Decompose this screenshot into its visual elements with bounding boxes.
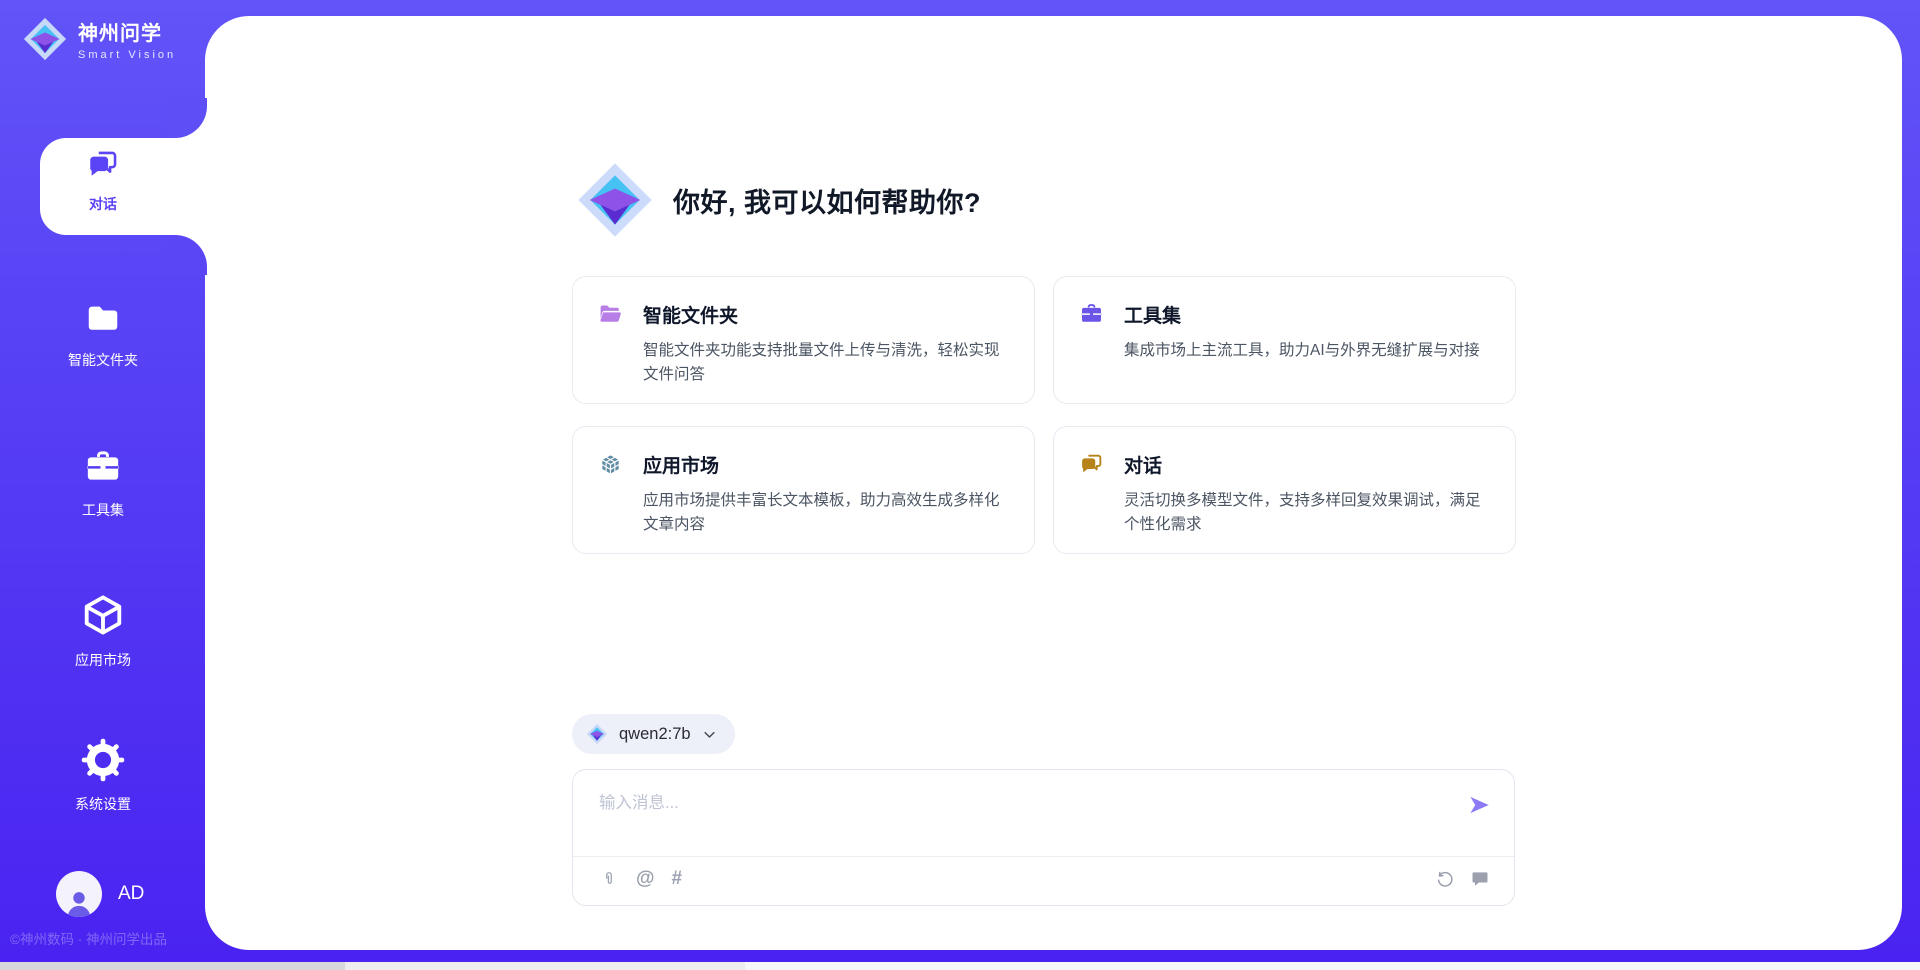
card-title: 对话	[1124, 451, 1162, 478]
chat-bubbles-icon	[86, 148, 120, 182]
brand-name: 神州问学	[78, 17, 176, 46]
chat-square-icon[interactable]	[1470, 869, 1490, 889]
app-brand: 神州问学 Smart Vision	[22, 16, 176, 62]
card-toolset[interactable]: 工具集 集成市场上主流工具，助力AI与外界无缝扩展与对接	[1053, 276, 1516, 404]
avatar	[56, 871, 102, 917]
sidebar-item-label: 工具集	[82, 500, 124, 520]
card-description: 集成市场上主流工具，助力AI与外界无缝扩展与对接	[1079, 339, 1493, 363]
brand-subtitle: Smart Vision	[78, 49, 176, 61]
person-icon	[62, 887, 96, 917]
card-title: 工具集	[1124, 301, 1181, 328]
model-selector[interactable]: qwen2:7b	[572, 714, 735, 754]
sidebar-item-label: 对话	[89, 194, 117, 214]
greeting: 你好, 我可以如何帮助你?	[575, 160, 981, 240]
card-description: 智能文件夹功能支持批量文件上传与清洗，轻松实现文件问答	[598, 339, 1012, 387]
card-chat[interactable]: 对话 灵活切换多模型文件，支持多样回复效果调试，满足个性化需求	[1053, 426, 1516, 554]
folder-open-icon	[598, 302, 623, 327]
briefcase-icon	[1079, 302, 1104, 327]
scrollbar-thumb[interactable]	[0, 962, 345, 970]
sidebar-item-toolset[interactable]: 工具集	[0, 448, 206, 520]
tab-corner-top	[166, 98, 207, 138]
history-icon[interactable]	[1435, 869, 1455, 889]
user-initials: AD	[118, 883, 144, 905]
card-app-market[interactable]: 应用市场 应用市场提供丰富长文本模板，助力高效生成多样化文章内容	[572, 426, 1035, 554]
chat-bubbles-icon	[1079, 452, 1104, 477]
sidebar-item-label: 系统设置	[75, 794, 131, 814]
scrollbar-track-segment	[345, 962, 745, 970]
card-description: 灵活切换多模型文件，支持多样回复效果调试，满足个性化需求	[1079, 489, 1493, 537]
send-button[interactable]	[1466, 792, 1492, 818]
sidebar-item-chat[interactable]: 对话	[0, 148, 206, 214]
model-name: qwen2:7b	[619, 725, 691, 744]
briefcase-icon	[82, 448, 124, 488]
message-input[interactable]	[599, 786, 1439, 820]
card-smart-folder[interactable]: 智能文件夹 智能文件夹功能支持批量文件上传与清洗，轻松实现文件问答	[572, 276, 1035, 404]
card-title: 应用市场	[643, 451, 719, 478]
at-sign-icon[interactable]: @	[636, 869, 655, 889]
sidebar-item-label: 智能文件夹	[68, 350, 138, 370]
sidebar-item-app-market[interactable]: 应用市场	[0, 592, 206, 670]
brand-diamond-icon	[575, 160, 655, 240]
cube-grid-icon	[598, 452, 623, 477]
sidebar-item-settings[interactable]: 系统设置	[0, 738, 206, 814]
composer-divider	[573, 856, 1514, 857]
hash-icon[interactable]: #	[672, 869, 683, 889]
card-description: 应用市场提供丰富长文本模板，助力高效生成多样化文章内容	[598, 489, 1012, 537]
paperclip-icon[interactable]	[599, 869, 619, 889]
bottom-scrollbar[interactable]	[0, 962, 1920, 970]
sidebar-footer-text: ©神州数码 · 神州问学出品	[10, 928, 167, 948]
user-profile[interactable]: AD	[56, 871, 144, 917]
cube-icon	[80, 592, 126, 638]
gear-icon	[81, 738, 125, 782]
message-composer: @ #	[572, 769, 1515, 906]
tab-corner-bottom	[166, 235, 207, 275]
send-icon	[1466, 792, 1492, 818]
feature-cards: 智能文件夹 智能文件夹功能支持批量文件上传与清洗，轻松实现文件问答 工具集 集成…	[572, 276, 1516, 554]
greeting-text: 你好, 我可以如何帮助你?	[673, 181, 981, 220]
brand-diamond-icon	[22, 16, 68, 62]
folder-icon	[81, 300, 125, 338]
brand-diamond-icon	[586, 723, 608, 745]
chevron-down-icon	[702, 727, 717, 742]
sidebar-item-smart-folder[interactable]: 智能文件夹	[0, 300, 206, 370]
sidebar-item-label: 应用市场	[75, 650, 131, 670]
card-title: 智能文件夹	[643, 301, 738, 328]
